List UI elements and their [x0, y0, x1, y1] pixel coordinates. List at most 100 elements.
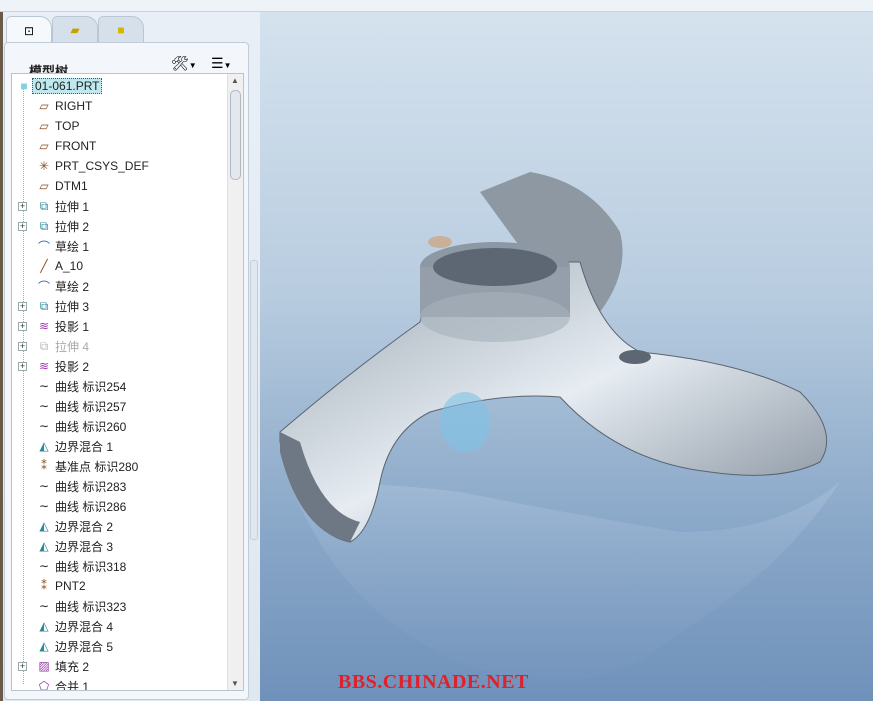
tree-item[interactable]: ∼ 曲线 标识254 — [12, 376, 227, 396]
chevron-down-icon: ▼ — [223, 61, 232, 70]
tree-item[interactable]: ╱ A_10 — [12, 256, 227, 276]
scroll-down-icon[interactable]: ▼ — [231, 679, 239, 688]
tree-item-label: 曲线 标识323 — [55, 599, 127, 614]
tree-item[interactable]: ∼ 曲线 标识257 — [12, 396, 227, 416]
boundary-blend-icon: ◭ — [39, 519, 49, 533]
tree-item[interactable]: ■ 01-061.PRT — [12, 76, 227, 96]
tab-model-tree[interactable]: ⊡ — [6, 16, 52, 44]
tree-item[interactable]: ∼ 曲线 标识260 — [12, 416, 227, 436]
tree-item[interactable]: ∼ 曲线 标识323 — [12, 596, 227, 616]
tree-item[interactable]: ◭ 边界混合 5 — [12, 636, 227, 656]
tree-item[interactable]: ◭ 边界混合 3 — [12, 536, 227, 556]
settings-tools-button[interactable]: 🛠▼ — [171, 55, 197, 72]
part-icon: ■ — [20, 79, 28, 93]
expand-icon[interactable]: + — [18, 661, 27, 671]
tree-item[interactable]: + ⧉ 拉伸 2 — [12, 216, 227, 236]
tree-item-label: 投影 2 — [55, 359, 90, 374]
tree-item[interactable]: ⁑ 基准点 标识280 — [12, 456, 227, 476]
tab-layers[interactable]: ▰ — [52, 16, 98, 42]
model-reflection — [290, 482, 840, 682]
tree-item-label: 边界混合 1 — [55, 439, 114, 454]
tree-item-label: 拉伸 1 — [55, 199, 90, 214]
curve-icon: ∼ — [38, 599, 50, 613]
model-tree: ■ 01-061.PRT ▱ RIGHT ▱ TOP ▱ FRONT ✳ PRT_CSYS_DEF… — [11, 73, 244, 691]
tree-item[interactable]: ⬠ 合并 1 — [12, 676, 227, 690]
scroll-up-icon[interactable]: ▲ — [231, 76, 239, 85]
tree-item-label: 边界混合 5 — [55, 639, 114, 654]
tree-item-label: 曲线 标识254 — [55, 379, 127, 394]
boundary-blend-icon: ◭ — [39, 539, 49, 553]
panel-splitter[interactable] — [250, 260, 258, 540]
extrude-icon: ⧉ — [39, 298, 49, 313]
datum-point-icon: ⁑ — [41, 579, 47, 593]
tree-item[interactable]: ▱ FRONT — [12, 136, 227, 156]
tools-icon: 🛠 — [171, 55, 189, 71]
extrude-icon: ⧉ — [39, 218, 49, 233]
tree-item-label: 草绘 2 — [55, 279, 90, 294]
tree-item[interactable]: + ≋ 投影 2 — [12, 356, 227, 376]
model-boss-hole — [433, 248, 557, 286]
tree-item[interactable]: ∼ 曲线 标识286 — [12, 496, 227, 516]
tree-item[interactable]: ◭ 边界混合 2 — [12, 516, 227, 536]
tree-item[interactable]: ◭ 边界混合 1 — [12, 436, 227, 456]
fill-icon: ▨ — [38, 659, 50, 673]
tree-item[interactable]: + ≋ 投影 1 — [12, 316, 227, 336]
tree-item-label: FRONT — [55, 139, 97, 153]
projection-icon: ≋ — [38, 319, 50, 333]
tree-item[interactable]: ⌒ 草绘 2 — [12, 276, 227, 296]
expand-icon[interactable]: + — [18, 301, 27, 311]
expand-icon[interactable]: + — [18, 321, 27, 331]
top-toolbar-strip — [0, 0, 873, 12]
tree-item[interactable]: + ▨ 填充 2 — [12, 656, 227, 676]
tree-item[interactable]: ▱ RIGHT — [12, 96, 227, 116]
watermark: BBS.CHINADE.NET — [338, 671, 529, 693]
tab-favorites[interactable]: ■ — [98, 16, 144, 42]
expand-icon[interactable]: + — [18, 201, 27, 211]
tree-item-label: DTM1 — [55, 179, 88, 193]
tree-item[interactable]: ▱ DTM1 — [12, 176, 227, 196]
tree-item[interactable]: + ⧉ 拉伸 4 — [12, 336, 227, 356]
extrude-icon: ⧉ — [39, 198, 49, 213]
tree-item[interactable]: + ⧉ 拉伸 1 — [12, 196, 227, 216]
tree-item-label: 曲线 标识260 — [55, 419, 127, 434]
csys-icon: ✳ — [38, 159, 50, 173]
tree-item[interactable]: + ⧉ 拉伸 3 — [12, 296, 227, 316]
boundary-blend-icon: ◭ — [39, 439, 49, 453]
model-tree-icon: ⊡ — [23, 23, 35, 38]
tree-item-label: PNT2 — [55, 579, 86, 593]
tree-item-label: 投影 1 — [55, 319, 90, 334]
window-edge — [0, 12, 3, 701]
expand-icon[interactable]: + — [18, 221, 27, 231]
tree-item-label: 曲线 标识286 — [55, 499, 127, 514]
tree-item[interactable]: ▱ TOP — [12, 116, 227, 136]
scroll-thumb[interactable] — [230, 90, 241, 180]
tree-item[interactable]: ✳ PRT_CSYS_DEF — [12, 156, 227, 176]
model-highlight — [440, 392, 490, 452]
curve-icon: ∼ — [38, 399, 50, 413]
show-menu-button[interactable]: ☰▼ — [211, 55, 231, 72]
plane-icon: ▱ — [39, 139, 49, 153]
extrude-icon: ⧉ — [39, 338, 49, 353]
model-boss-base — [420, 292, 570, 342]
tree-scrollbar[interactable]: ▲ ▼ — [227, 74, 243, 690]
expand-icon[interactable]: + — [18, 341, 27, 351]
tree-item-label: 填充 2 — [55, 659, 90, 674]
tree-item-label: 草绘 1 — [55, 239, 90, 254]
tree-item[interactable]: ◭ 边界混合 4 — [12, 616, 227, 636]
tree-item[interactable]: ⁑ PNT2 — [12, 576, 227, 596]
graphics-viewport[interactable] — [260, 12, 873, 701]
tree-item-label: 拉伸 4 — [55, 339, 90, 354]
expand-icon[interactable]: + — [18, 361, 27, 371]
tree-item[interactable]: ∼ 曲线 标识283 — [12, 476, 227, 496]
chevron-down-icon: ▼ — [188, 61, 197, 70]
tree-item[interactable]: ∼ 曲线 标识318 — [12, 556, 227, 576]
curve-icon: ∼ — [38, 559, 50, 573]
tree-item[interactable]: ⌒ 草绘 1 — [12, 236, 227, 256]
axis-icon: ╱ — [40, 259, 48, 273]
model-tree-panel: 模型树 🛠▼ ☰▼ ■ 01-061.PRT ▱ RIGHT ▱ TOP ▱ FRONT ✳ PR… — [4, 42, 249, 700]
sketch-icon: ⌒ — [37, 279, 50, 294]
list-icon: ☰ — [211, 55, 224, 71]
curve-icon: ∼ — [38, 499, 50, 513]
tree-item-label: 曲线 标识257 — [55, 399, 127, 414]
boundary-blend-icon: ◭ — [39, 619, 49, 633]
